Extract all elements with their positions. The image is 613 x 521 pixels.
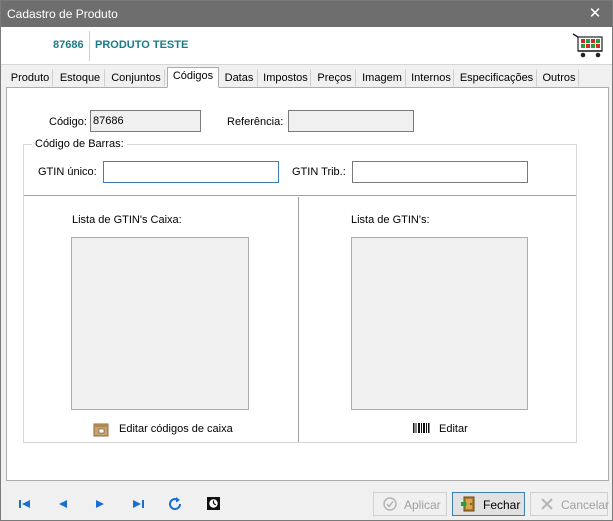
close-icon[interactable]: ✕ bbox=[578, 1, 612, 27]
codigo-label: Código: bbox=[49, 116, 87, 128]
first-record-icon[interactable] bbox=[17, 497, 33, 511]
gtin-caixa-list-label: Lista de GTIN's Caixa: bbox=[72, 214, 182, 226]
window-title: Cadastro de Produto bbox=[7, 7, 118, 21]
gtin-unico-label: GTIN único: bbox=[38, 166, 97, 178]
edit-gtins-button[interactable]: Editar bbox=[412, 421, 482, 438]
header-separator bbox=[89, 31, 90, 61]
tab-datas[interactable]: Datas bbox=[220, 69, 258, 87]
product-header: 87686 PRODUTO TESTE bbox=[1, 27, 612, 65]
tab-produto[interactable]: Produto bbox=[7, 69, 53, 87]
edit-box-codes-button[interactable]: Editar códigos de caixa bbox=[93, 421, 233, 438]
next-record-icon[interactable] bbox=[92, 497, 108, 511]
tab-conjuntos[interactable]: Conjuntos bbox=[107, 69, 165, 87]
tab-strip: Produto Estoque Conjuntos Códigos Datas … bbox=[5, 67, 609, 88]
product-code: 87686 bbox=[53, 39, 84, 51]
vertical-divider bbox=[298, 197, 299, 442]
gtin-list-label: Lista de GTIN's: bbox=[351, 214, 430, 226]
title-bar: Cadastro de Produto ✕ bbox=[1, 1, 612, 27]
shopping-cart-icon bbox=[572, 33, 603, 58]
previous-record-icon[interactable] bbox=[55, 497, 71, 511]
codigo-field[interactable]: 87686 bbox=[90, 110, 201, 132]
cancelar-label: Cancelar bbox=[561, 498, 610, 512]
aplicar-label: Aplicar bbox=[404, 498, 441, 512]
product-window: Cadastro de Produto ✕ 87686 PRODUTO TEST… bbox=[0, 0, 613, 521]
gtin-unico-input[interactable] bbox=[103, 161, 279, 183]
gtin-trib-label: GTIN Trib.: bbox=[292, 166, 346, 178]
gtin-trib-input[interactable] bbox=[352, 161, 528, 183]
referencia-field[interactable] bbox=[288, 110, 414, 132]
tab-estoque[interactable]: Estoque bbox=[55, 69, 105, 87]
edit-gtins-label: Editar bbox=[439, 423, 468, 435]
referencia-label: Referência: bbox=[227, 116, 284, 128]
tab-precos[interactable]: Preços bbox=[313, 69, 356, 87]
horizontal-divider bbox=[24, 195, 576, 196]
gtin-caixa-list[interactable] bbox=[71, 237, 249, 410]
edit-box-codes-label: Editar códigos de caixa bbox=[119, 423, 233, 435]
fechar-button[interactable]: Fechar bbox=[452, 492, 525, 516]
gtin-list[interactable] bbox=[351, 237, 528, 410]
barcode-group-label: Código de Barras: bbox=[32, 138, 127, 150]
tab-internos[interactable]: Internos bbox=[408, 69, 454, 87]
refresh-icon[interactable] bbox=[168, 497, 184, 511]
cancelar-button[interactable]: Cancelar bbox=[530, 492, 610, 516]
tab-codigos[interactable]: Códigos bbox=[167, 67, 219, 88]
history-icon[interactable] bbox=[206, 497, 222, 511]
aplicar-button[interactable]: Aplicar bbox=[373, 492, 447, 516]
tab-outros[interactable]: Outros bbox=[539, 69, 579, 87]
exit-door-icon bbox=[461, 496, 475, 512]
barcode-icon bbox=[413, 423, 430, 433]
last-record-icon[interactable] bbox=[130, 497, 146, 511]
tab-especificacoes[interactable]: Especificações bbox=[456, 69, 537, 87]
apply-icon bbox=[383, 497, 397, 511]
tab-impostos[interactable]: Impostos bbox=[260, 69, 311, 87]
fechar-label: Fechar bbox=[483, 498, 521, 512]
box-icon bbox=[93, 423, 109, 437]
cancel-icon bbox=[541, 498, 553, 510]
product-name: PRODUTO TESTE bbox=[95, 39, 189, 51]
tab-imagem[interactable]: Imagem bbox=[358, 69, 406, 87]
